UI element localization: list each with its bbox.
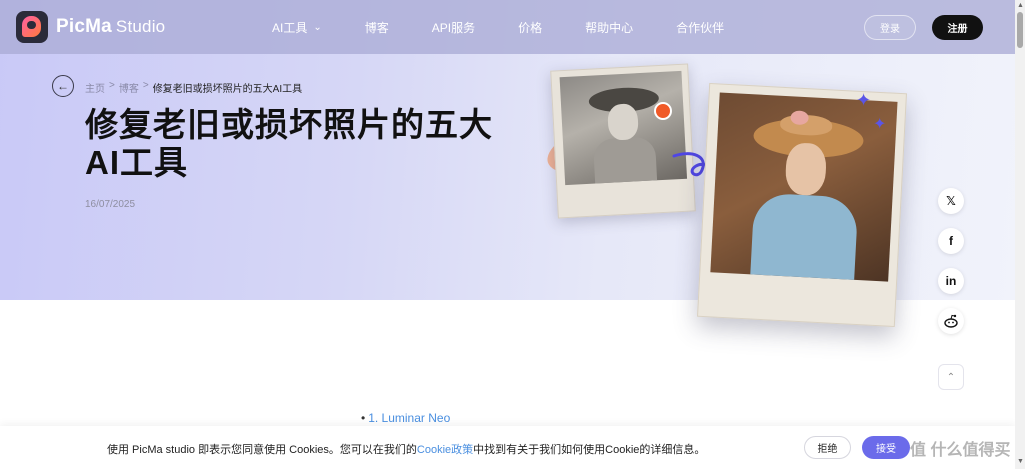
sparkle-icon: ✦: [856, 90, 872, 110]
watermark-text: 值 什么值得买: [910, 442, 1011, 459]
publish-date: 16/07/2025: [85, 199, 136, 210]
breadcrumb-blog[interactable]: 博客: [119, 80, 139, 95]
pointer-hand-icon: [654, 102, 672, 120]
toc-item[interactable]: • 1. Luminar Neo: [361, 411, 450, 425]
breadcrumb-current: 修复老旧或损坏照片的五大AI工具: [152, 84, 303, 95]
nav-item-blog[interactable]: 博客: [365, 19, 389, 36]
nav-item-label: 博客: [364, 20, 389, 35]
brand-name: PicMa Studio: [56, 16, 165, 38]
chevron-up-icon: ⌃: [946, 371, 956, 383]
toc-bullet: •: [361, 411, 366, 425]
nav-item-label: 价格: [518, 20, 543, 35]
share-facebook-button[interactable]: f: [938, 228, 964, 254]
x-logo-icon: 𝕏: [946, 194, 956, 208]
scrollbar-thumb[interactable]: [1017, 12, 1023, 48]
nav-item-label: AI工具: [272, 20, 308, 35]
breadcrumb-separator: >: [109, 80, 115, 91]
facebook-icon: f: [949, 234, 953, 248]
share-reddit-button[interactable]: [938, 308, 964, 334]
cookie-text-after: 中找到有关于我们如何使用Cookie的详细信息。: [473, 444, 706, 456]
cookie-message: 使用 PicMa studio 即表示您同意使用 Cookies。您可以在我们的…: [107, 441, 705, 457]
nav-item-label: 合作伙伴: [676, 20, 725, 35]
cookie-text-before: 使用 PicMa studio 即表示您同意使用 Cookies。您可以在我们的: [107, 444, 417, 456]
share-linkedin-button[interactable]: in: [938, 268, 964, 294]
toc-item-label: 1. Luminar Neo: [368, 411, 451, 425]
chevron-down-icon: ⌄: [313, 21, 322, 33]
nav-item-help[interactable]: 帮助中心: [585, 19, 633, 36]
login-button[interactable]: 登录: [864, 15, 916, 40]
scroll-up-icon[interactable]: ▲: [1017, 2, 1024, 9]
old-photo-image: [550, 63, 696, 219]
signup-button[interactable]: 注册: [932, 15, 983, 40]
main-nav: AI工具 ⌄ 博客 API服务 价格 帮助中心 合作伙伴: [272, 0, 767, 54]
back-to-top-button[interactable]: ⌃: [938, 364, 964, 390]
breadcrumb: 主页 > 博客 > 修复老旧或损坏照片的五大AI工具: [85, 80, 302, 95]
cookie-policy-link[interactable]: Cookie政策: [417, 444, 473, 456]
nav-item-label: API服务: [431, 20, 476, 35]
page-title: 修复老旧或损坏照片的五大AI工具: [85, 106, 493, 181]
cookie-accept-button[interactable]: 接受: [862, 436, 910, 459]
sparkle-icon: ✦: [873, 116, 887, 133]
site-header: PicMa Studio AI工具 ⌄ 博客 API服务 价格 帮助中心 合作伙伴…: [0, 0, 1015, 54]
nav-item-pricing[interactable]: 价格: [518, 19, 542, 36]
share-x-button[interactable]: 𝕏: [938, 188, 964, 214]
reddit-icon: [944, 314, 958, 328]
breadcrumb-home[interactable]: 主页: [85, 80, 105, 95]
cookie-reject-button[interactable]: 拒绝: [804, 436, 851, 459]
page-scrollbar[interactable]: [1015, 0, 1025, 469]
nav-item-api[interactable]: API服务: [432, 19, 475, 36]
nav-item-label: 帮助中心: [585, 20, 634, 35]
brand-name-suffix: Studio: [115, 17, 166, 36]
brand-logo[interactable]: PicMa Studio: [16, 11, 165, 43]
cookie-banner: 使用 PicMa studio 即表示您同意使用 Cookies。您可以在我们的…: [0, 426, 1015, 469]
scroll-down-icon[interactable]: ▼: [1017, 458, 1024, 465]
back-button[interactable]: ←: [52, 75, 74, 97]
nav-item-partners[interactable]: 合作伙伴: [676, 19, 724, 36]
linkedin-icon: in: [945, 274, 957, 288]
nav-item-ai-tools[interactable]: AI工具 ⌄: [272, 19, 322, 36]
arrow-left-icon: ←: [57, 79, 69, 93]
picma-logo-icon: [16, 11, 48, 43]
brand-name-main: PicMa: [56, 16, 112, 37]
breadcrumb-separator: >: [142, 80, 149, 91]
